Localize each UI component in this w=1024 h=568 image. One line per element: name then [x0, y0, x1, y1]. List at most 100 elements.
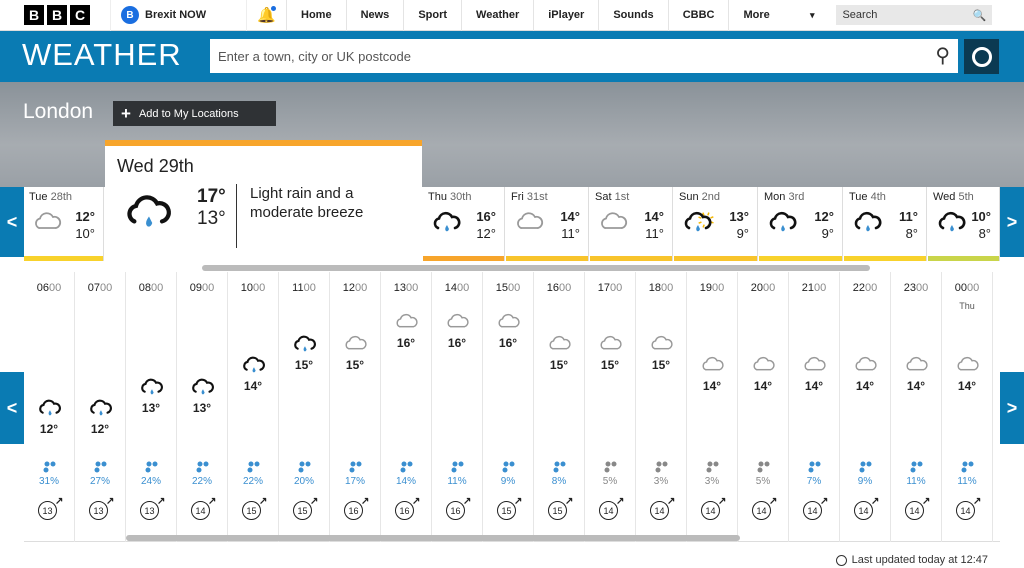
day-high: 10°: [971, 209, 991, 224]
day-tab-thu-30th[interactable]: Thu 30th 16° 12°: [423, 187, 505, 261]
day-tab-fri-31st[interactable]: Fri 31st 14° 11°: [506, 187, 589, 261]
hours-next-button[interactable]: >: [1000, 372, 1024, 444]
last-updated: Last updated today at 12:47: [835, 554, 988, 566]
day-low: 10°: [75, 226, 95, 241]
rain-chance: 5%: [602, 476, 618, 487]
day-low: 9°: [821, 226, 834, 241]
bbc-logo[interactable]: BBC: [24, 5, 90, 25]
rain-chance: 11%: [447, 476, 467, 487]
hour-column[interactable]: 2300 14° 11% 14 ↗: [891, 272, 942, 542]
nav-news[interactable]: News: [345, 0, 404, 31]
hour-temp: 15°: [600, 357, 620, 372]
days-scrollbar[interactable]: [202, 265, 870, 271]
wind-direction-arrow-icon: ↗: [973, 496, 982, 507]
hour-column[interactable]: 1300 16° 14% 16 ↗: [381, 272, 432, 542]
wind-direction-arrow-icon: ↗: [514, 496, 523, 507]
cloud-icon: [598, 209, 630, 233]
wind-direction-arrow-icon: ↗: [361, 496, 370, 507]
hour-temp: 14°: [243, 379, 263, 393]
day-name: Sat 1st: [595, 191, 630, 203]
days-prev-button[interactable]: <: [0, 187, 24, 257]
hour-temp: 14°: [906, 379, 926, 393]
day-tab-sat-1st[interactable]: Sat 1st 14° 11°: [590, 187, 673, 261]
day-tab-tue-4th[interactable]: Tue 4th 11° 8°: [844, 187, 927, 261]
hour-column[interactable]: 1400 16° 11% 16 ↗: [432, 272, 483, 542]
sunny-rain-icon: [682, 209, 714, 233]
search-icon[interactable]: 🔍: [973, 9, 987, 22]
add-location-label: Add to My Locations: [138, 107, 239, 120]
day-low: 8°: [978, 226, 991, 241]
hour-time: 1000: [240, 282, 266, 294]
notification-bell-icon[interactable]: 🔔: [246, 0, 286, 31]
hour-column[interactable]: 2000 14° 5% 14 ↗: [738, 272, 789, 542]
nav-sounds[interactable]: Sounds: [598, 0, 667, 31]
hour-temp: 14°: [753, 379, 773, 393]
hour-column[interactable]: 1600 15° 8% 15 ↗: [534, 272, 585, 542]
temperature-color-bar: [590, 256, 672, 261]
raindrops-icon: [705, 460, 721, 473]
wind-direction-arrow-icon: ↗: [208, 496, 217, 507]
bbc-search[interactable]: Search 🔍: [836, 5, 993, 25]
add-location-button[interactable]: + Add to My Locations: [113, 101, 276, 126]
hour-column[interactable]: 0600 12° 31% 13 ↗: [24, 272, 75, 542]
selected-day-card[interactable]: Wed 29th 17° 13° Light rain and a modera…: [105, 140, 422, 262]
rain-chance: 31%: [38, 476, 59, 487]
wind-direction-arrow-icon: ↗: [667, 496, 676, 507]
light-rain-icon: [241, 354, 267, 374]
hour-column[interactable]: 0900 13° 22% 14 ↗: [177, 272, 228, 542]
hour-column[interactable]: 1700 15° 5% 14 ↗: [585, 272, 636, 542]
cloud-icon: [32, 209, 64, 233]
nav-weather[interactable]: Weather: [461, 0, 533, 31]
days-next-button[interactable]: >: [1000, 187, 1024, 257]
search-icon[interactable]: ⚲: [935, 43, 950, 68]
hour-column[interactable]: 1000 14° 22% 15 ↗: [228, 272, 279, 542]
raindrops-icon: [552, 460, 568, 473]
hour-time: 0600: [36, 282, 62, 294]
hour-column[interactable]: 2100 14° 7% 14 ↗: [789, 272, 840, 542]
hour-column[interactable]: 0800 13° 24% 13 ↗: [126, 272, 177, 542]
nav-sport[interactable]: Sport: [403, 0, 461, 31]
wind-direction-arrow-icon: ↗: [259, 496, 268, 507]
temperature-color-bar: [844, 256, 926, 261]
hour-column[interactable]: 0000 Thu 14° 11% 14 ↗: [942, 272, 993, 542]
raindrops-icon: [348, 460, 364, 473]
day-tab-sun-2nd[interactable]: Sun 2nd 13° 9°: [674, 187, 758, 261]
nav-cbbc[interactable]: CBBC: [667, 0, 729, 31]
cloud-icon: [955, 354, 981, 374]
light-rain-icon: [190, 376, 216, 396]
hour-column[interactable]: 1100 15° 20% 15 ↗: [279, 272, 330, 542]
hour-column[interactable]: 2200 14° 9% 14 ↗: [840, 272, 891, 542]
nav-home[interactable]: Home: [286, 0, 346, 31]
wind-direction-arrow-icon: ↗: [616, 496, 625, 507]
hour-column[interactable]: 0700 12° 27% 13 ↗: [75, 272, 126, 542]
cloud-icon: [598, 333, 624, 353]
day-tab-tue-28th[interactable]: Tue 28th 12° 10°: [24, 187, 104, 261]
locate-me-button[interactable]: [964, 39, 999, 74]
raindrops-icon: [144, 460, 160, 473]
hour-column[interactable]: 1800 15° 3% 14 ↗: [636, 272, 687, 542]
day-tab-mon-3rd[interactable]: Mon 3rd 12° 9°: [759, 187, 843, 261]
nav-iplayer[interactable]: iPlayer: [533, 0, 598, 31]
wind-direction-arrow-icon: ↗: [55, 496, 64, 507]
raindrops-icon: [246, 460, 262, 473]
day-name: Thu 30th: [428, 191, 472, 203]
hour-column[interactable]: 1900 14° 3% 14 ↗: [687, 272, 738, 542]
rain-chance: 22%: [242, 476, 263, 487]
cloud-icon: [343, 333, 369, 353]
selected-low: 13°: [197, 208, 226, 229]
hours-scrollbar[interactable]: [126, 535, 740, 541]
hour-column[interactable]: 1200 15° 17% 16 ↗: [330, 272, 381, 542]
search-label: Search: [842, 9, 878, 21]
rain-chance: 8%: [551, 476, 567, 487]
day-tab-wed-5th[interactable]: Wed 5th 10° 8°: [928, 187, 1000, 261]
hour-temp: 14°: [855, 379, 875, 393]
temperature-color-bar: [24, 256, 103, 261]
hour-column[interactable]: 1500 16° 9% 15 ↗: [483, 272, 534, 542]
weather-title[interactable]: WEATHER: [22, 37, 182, 73]
brexit-now-link[interactable]: B Brexit NOW: [110, 0, 246, 31]
location-search-input[interactable]: Enter a town, city or UK postcode ⚲: [210, 39, 958, 73]
hours-prev-button[interactable]: <: [0, 372, 24, 444]
divider: [236, 184, 237, 248]
nav-more[interactable]: More ▾: [728, 0, 828, 31]
wind-direction-arrow-icon: ↗: [412, 496, 421, 507]
